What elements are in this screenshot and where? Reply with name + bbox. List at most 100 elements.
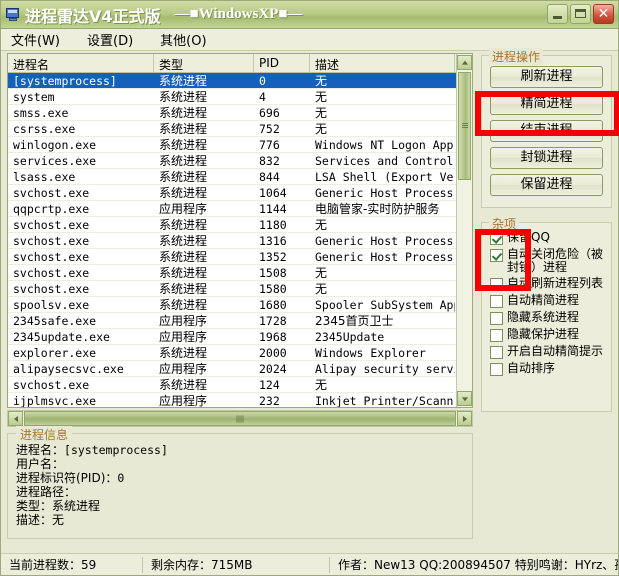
table-row[interactable]: 2345update.exe 应用程序 1968 2345Update xyxy=(8,329,472,345)
trim-process-button[interactable]: 精简进程 xyxy=(490,93,603,115)
process-info-line: 进程名：[systemprocess] xyxy=(16,443,464,457)
column-header-name[interactable]: 进程名 xyxy=(8,54,154,72)
table-row[interactable]: svchost.exe 系统进程 1352 Generic Host Process.… xyxy=(8,249,472,265)
cell-process-pid: 2000 xyxy=(259,345,287,360)
table-row[interactable]: services.exe 系统进程 832 Services and Control.… xyxy=(8,153,472,169)
column-header-type[interactable]: 类型 xyxy=(154,54,254,72)
table-row[interactable]: svchost.exe 系统进程 1580 无 xyxy=(8,281,472,297)
close-button[interactable]: ✕ xyxy=(593,4,614,24)
checkbox-hide-system-process[interactable] xyxy=(490,312,503,325)
checkbox-row-hide-protected-process[interactable]: 隐藏保护进程 xyxy=(490,328,603,342)
horizontal-scrollbar-thumb[interactable] xyxy=(24,411,456,426)
checkbox-auto-close-dangerous[interactable] xyxy=(490,249,503,262)
cell-process-desc: 2345首页卫士 xyxy=(315,314,394,328)
cell-process-desc: 无 xyxy=(315,266,328,280)
title-bar: 进程雷达V4正式版 —■WindowsXP■— ✕ xyxy=(1,1,618,29)
checkbox-row-enable-auto-trim-tip[interactable]: 开启自动精简提示 xyxy=(490,345,603,359)
cell-process-name: 2345update.exe xyxy=(13,329,110,344)
checkbox-label-hide-protected-process: 隐藏保护进程 xyxy=(507,327,580,341)
table-row[interactable]: qqpcrtp.exe 应用程序 1144 电脑管家-实时防护服务 xyxy=(8,201,472,217)
checkbox-row-auto-close-dangerous[interactable]: 自动关闭危险（被封锁）进程 xyxy=(490,248,603,274)
block-process-button[interactable]: 封锁进程 xyxy=(490,147,603,169)
checkbox-row-auto-sort[interactable]: 自动排序 xyxy=(490,362,603,376)
process-table: 进程名 类型 PID 描述 [systemprocess] 系统进程 0 无 syste… xyxy=(7,53,473,408)
table-row[interactable]: alipaysecsvc.exe 应用程序 2024 Alipay security … xyxy=(8,361,472,377)
cell-process-pid: 1316 xyxy=(259,233,287,248)
table-row[interactable]: svchost.exe 系统进程 124 无 xyxy=(8,377,472,393)
table-row[interactable]: svchost.exe 系统进程 1064 Generic Host Process.… xyxy=(8,185,472,201)
checkbox-enable-auto-trim-tip[interactable] xyxy=(490,346,503,359)
cell-process-desc: Inkjet Printer/Scann... xyxy=(315,393,455,408)
minimize-icon xyxy=(553,16,562,19)
chevron-up-icon xyxy=(461,60,468,65)
vertical-scrollbar-thumb[interactable] xyxy=(458,72,471,180)
column-header-pid[interactable]: PID xyxy=(254,54,310,72)
process-info-panel: 进程信息 进程名：[systemprocess] 用户名： 进程标识符(PID)：0… xyxy=(7,426,473,539)
menu-item-file[interactable]: 文件(W) xyxy=(11,29,71,50)
grip-icon xyxy=(462,123,468,129)
process-actions-group: 进程操作 刷新进程 精简进程 结束进程 封锁进程 保留进程 xyxy=(481,48,612,208)
vertical-scrollbar[interactable] xyxy=(456,54,472,407)
cell-process-desc: Alipay security service xyxy=(315,361,455,376)
table-row[interactable]: explorer.exe 系统进程 2000 Windows Explorer xyxy=(8,345,472,361)
checkbox-label-enable-auto-trim-tip: 开启自动精简提示 xyxy=(507,344,604,358)
refresh-process-button[interactable]: 刷新进程 xyxy=(490,66,603,88)
scroll-up-button[interactable] xyxy=(457,55,472,70)
table-row[interactable]: smss.exe 系统进程 696 无 xyxy=(8,105,472,121)
checkbox-row-auto-trim-process[interactable]: 自动精简进程 xyxy=(490,294,603,308)
column-header-desc[interactable]: 描述 xyxy=(310,54,455,72)
checkbox-hide-protected-process[interactable] xyxy=(490,329,503,342)
cell-process-name: explorer.exe xyxy=(13,345,97,360)
checkbox-auto-sort[interactable] xyxy=(490,363,503,376)
table-row[interactable]: lsass.exe 系统进程 844 LSA Shell (Export Ve... xyxy=(8,169,472,185)
scroll-left-button[interactable] xyxy=(8,411,23,426)
checkbox-label-keep-qq: 保留QQ xyxy=(507,230,550,244)
checkbox-row-hide-system-process[interactable]: 隐藏系统进程 xyxy=(490,311,603,325)
misc-options-legend: 杂项 xyxy=(489,215,520,232)
checkbox-row-auto-refresh-list[interactable]: 自动刷新进程列表 xyxy=(490,277,603,291)
menu-item-other[interactable]: 其他(O) xyxy=(160,29,217,50)
cell-process-type: 系统进程 xyxy=(159,154,208,168)
table-row[interactable]: ijplmsvc.exe 应用程序 232 Inkjet Printer/Scann.… xyxy=(8,393,472,408)
process-info-label: 用户名： xyxy=(16,457,65,471)
table-row[interactable]: csrss.exe 系统进程 752 无 xyxy=(8,121,472,137)
cell-process-pid: 1144 xyxy=(259,201,287,216)
cell-process-pid: 1580 xyxy=(259,281,287,296)
cell-process-desc: Windows NT Logon App... xyxy=(315,137,455,152)
table-row[interactable]: spoolsv.exe 系统进程 1680 Spooler SubSystem App xyxy=(8,297,472,313)
grip-icon xyxy=(236,415,244,422)
minimize-button[interactable] xyxy=(547,4,568,24)
table-row[interactable]: winlogon.exe 系统进程 776 Windows NT Logon App.… xyxy=(8,137,472,153)
cell-process-type: 系统进程 xyxy=(159,250,208,264)
checkbox-auto-refresh-list[interactable] xyxy=(490,278,503,291)
scroll-right-button[interactable] xyxy=(457,411,472,426)
chevron-down-icon xyxy=(461,396,468,401)
cell-process-type: 系统进程 xyxy=(159,90,208,104)
checkbox-row-keep-qq[interactable]: 保留QQ xyxy=(490,231,603,245)
cell-process-desc: 无 xyxy=(315,218,328,232)
keep-process-button[interactable]: 保留进程 xyxy=(490,174,603,196)
table-row[interactable]: svchost.exe 系统进程 1180 无 xyxy=(8,217,472,233)
checkbox-auto-trim-process[interactable] xyxy=(490,295,503,308)
end-process-button[interactable]: 结束进程 xyxy=(490,120,603,142)
table-row[interactable]: svchost.exe 系统进程 1316 Generic Host Process.… xyxy=(8,233,472,249)
checkbox-label-auto-trim-process: 自动精简进程 xyxy=(507,293,580,307)
cell-process-name: system xyxy=(13,89,55,104)
process-info-label: 描述： xyxy=(16,513,53,527)
cell-process-desc: 无 xyxy=(315,378,328,392)
table-row[interactable]: system 系统进程 4 无 xyxy=(8,89,472,105)
maximize-button[interactable] xyxy=(570,4,591,24)
scroll-down-button[interactable] xyxy=(457,391,472,406)
checkbox-keep-qq[interactable] xyxy=(490,232,503,245)
application-window: 进程雷达V4正式版 —■WindowsXP■— ✕ 文件(W) 设置(D) 其他… xyxy=(0,0,619,576)
table-row[interactable]: [systemprocess] 系统进程 0 无 xyxy=(8,73,472,89)
left-pane: 进程名 类型 PID 描述 [systemprocess] 系统进程 0 无 syste… xyxy=(1,51,479,553)
menu-item-settings[interactable]: 设置(D) xyxy=(87,29,144,50)
process-info-value: 系统进程 xyxy=(52,499,101,513)
cell-process-desc: 无 xyxy=(315,74,328,88)
horizontal-scrollbar[interactable] xyxy=(7,410,473,427)
table-row[interactable]: svchost.exe 系统进程 1508 无 xyxy=(8,265,472,281)
table-row[interactable]: 2345safe.exe 应用程序 1728 2345首页卫士 xyxy=(8,313,472,329)
process-info-label: 类型： xyxy=(16,499,53,513)
content-area: 进程名 类型 PID 描述 [systemprocess] 系统进程 0 无 syste… xyxy=(1,48,618,553)
